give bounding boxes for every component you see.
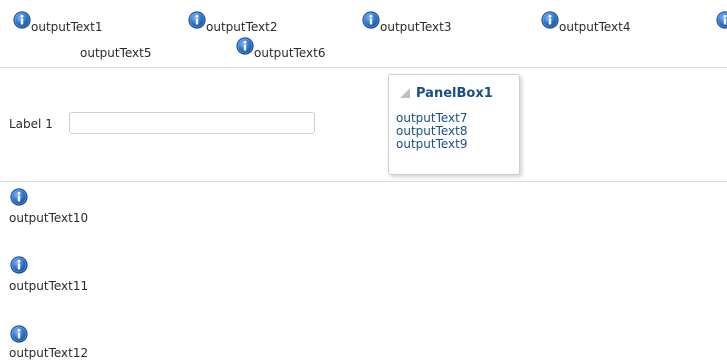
output-text-4: outputText4 [559,20,631,34]
info-icon [10,188,28,206]
info-icon [10,256,28,274]
output-text-5: outputText5 [80,46,152,60]
output-text-12: outputText12 [9,346,89,360]
divider [0,67,727,68]
page: outputText1 outputText2 outputText3 outp… [0,0,727,362]
output-text-1: outputText1 [31,20,103,34]
output-text-2: outputText2 [206,20,278,34]
label-1: Label 1 [9,117,53,131]
info-icon [236,37,254,55]
info-icon [13,11,31,29]
output-text-9: outputText9 [396,137,468,151]
output-text-10: outputText10 [9,211,89,225]
panel-box-content: outputText7 outputText8 outputText9 [396,112,467,151]
info-icon [541,11,559,29]
info-icon [10,325,28,343]
panel-box-header[interactable]: PanelBox1 [399,85,493,101]
info-icon [362,11,380,29]
output-text-11: outputText11 [9,279,89,293]
label-1-input[interactable] [69,112,315,134]
panel-box-title: PanelBox1 [416,85,493,101]
info-icon [716,11,727,29]
info-icon [188,11,206,29]
panel-box-1: PanelBox1 outputText7 outputText8 output… [388,74,520,175]
output-text-3: outputText3 [380,20,452,34]
output-text-6: outputText6 [254,46,326,60]
disclosure-triangle-icon[interactable] [399,87,411,99]
divider [0,181,727,182]
